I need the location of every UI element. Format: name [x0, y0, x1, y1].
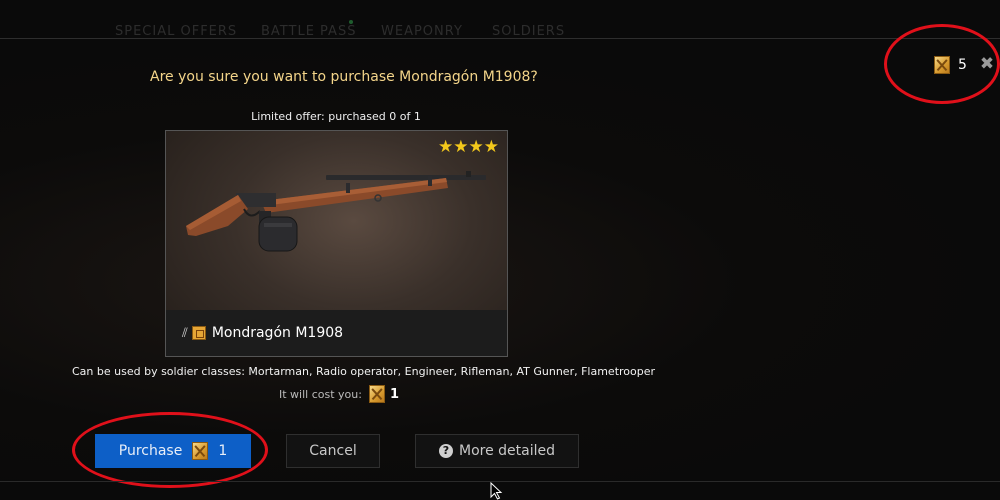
ticket-icon: [192, 442, 209, 460]
nav-tab-soldiers[interactable]: SOLDIERS: [492, 24, 565, 39]
close-button[interactable]: ✖: [979, 55, 995, 73]
item-card[interactable]: ★★★★ ⫽ Mondragón M1908: [165, 130, 508, 357]
limited-offer-text: Limited offer: purchased 0 of 1: [251, 110, 421, 123]
mouse-cursor-icon: [490, 482, 503, 500]
currency-value: 5: [958, 57, 967, 73]
cost-row: It will cost you: 1: [279, 385, 399, 403]
purchase-button-label: Purchase: [118, 443, 183, 459]
ticket-icon: [934, 56, 950, 74]
cancel-button-label: Cancel: [309, 443, 357, 459]
currency-display: 5: [934, 56, 967, 74]
ammo-icon: ⫽: [182, 325, 188, 341]
item-name: Mondragón M1908: [211, 325, 344, 341]
nav-tab-special-offers[interactable]: SPECIAL OFFERS: [115, 24, 237, 39]
dialog-question: Are you sure you want to purchase Mondra…: [150, 69, 538, 85]
more-detailed-button[interactable]: ? More detailed: [415, 434, 579, 468]
item-card-footer: ⫽ Mondragón M1908: [166, 310, 507, 356]
top-nav: SPECIAL OFFERS BATTLE PASS WEAPONRY SOLD…: [0, 0, 1000, 39]
rank-icon: [191, 326, 206, 340]
soldier-classes-text: Can be used by soldier classes: Mortarma…: [72, 365, 656, 378]
cost-label: It will cost you:: [279, 387, 362, 401]
nav-tab-battle-pass[interactable]: BATTLE PASS: [261, 24, 356, 39]
ticket-icon: [368, 385, 385, 403]
nav-notification-dot: [349, 20, 353, 24]
purchase-button[interactable]: Purchase 1: [95, 434, 251, 468]
rifle-image: [186, 171, 486, 252]
more-detailed-label: More detailed: [458, 443, 555, 459]
cost-value: 1: [389, 386, 399, 402]
purchase-button-cost: 1: [218, 443, 228, 459]
cancel-button[interactable]: Cancel: [286, 434, 380, 468]
help-icon: ?: [438, 444, 453, 458]
nav-tab-weaponry[interactable]: WEAPONRY: [381, 24, 463, 39]
